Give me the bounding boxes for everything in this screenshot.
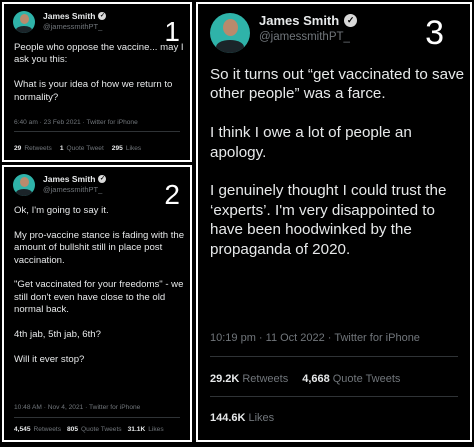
tweet-text: People who oppose the vaccine... may I a… [14, 42, 184, 103]
tweet-timestamp[interactable]: 10:19 pm · 11 Oct 2022 · Twitter for iPh… [210, 332, 420, 344]
avatar[interactable] [13, 11, 35, 33]
author-handle[interactable]: @jamessmithPT_ [43, 185, 106, 194]
tweet-header: James Smith ✓ @jamessmithPT_ [13, 11, 107, 33]
author-name[interactable]: James Smith [43, 11, 95, 21]
divider [210, 356, 458, 357]
author-name[interactable]: James Smith [43, 174, 95, 184]
likes-stat[interactable]: 31.1K Likes [128, 426, 164, 433]
avatar[interactable] [13, 174, 35, 196]
author-handle[interactable]: @jamessmithPT_ [43, 22, 106, 31]
divider [14, 131, 180, 132]
likes-stat[interactable]: 144.6K Likes [210, 412, 274, 424]
retweets-stat[interactable]: 4,545 Retweets [14, 426, 61, 433]
verified-badge-icon: ✓ [98, 175, 107, 183]
quote-tweets-stat[interactable]: 1 Quote Tweet [60, 145, 104, 152]
tweet-panel-1: 1 James Smith ✓ @jamessmithPT_ People wh… [2, 2, 192, 162]
author-handle[interactable]: @jamessmithPT_ [259, 31, 357, 43]
author-name[interactable]: James Smith [259, 13, 339, 28]
tweet-panel-3: 3 James Smith ✓ @jamessmithPT_ So it tur… [196, 2, 472, 442]
tweet-stats: 4,545 Retweets 805 Quote Tweets 31.1K Likes [14, 426, 170, 433]
verified-badge-icon: ✓ [98, 12, 107, 20]
tweet-timestamp[interactable]: 10:48 AM · Nov 4, 2021 · Twitter for iPh… [14, 404, 140, 411]
tweet-text: So it turns out “get vaccinated to save … [210, 66, 465, 258]
tweet-header: James Smith ✓ @jamessmithPT_ [210, 13, 358, 53]
tweet-stats: 29 Retweets 1 Quote Tweet 295 Likes [14, 145, 149, 152]
divider [210, 396, 458, 397]
retweets-stat[interactable]: 29.2K Retweets [210, 373, 288, 385]
tweet-panel-2: 2 James Smith ✓ @jamessmithPT_ Ok, I'm g… [2, 165, 192, 442]
tweet-stats: 29.2K Retweets 4,668 Quote Tweets [210, 373, 414, 385]
tweet-text: Ok, I'm going to say it. My pro-vaccine … [14, 205, 185, 365]
tweet-likes: 144.6K Likes [210, 412, 288, 424]
divider [14, 417, 180, 418]
retweets-stat[interactable]: 29 Retweets [14, 145, 52, 152]
quote-tweets-stat[interactable]: 805 Quote Tweets [67, 426, 122, 433]
tweet-header: James Smith ✓ @jamessmithPT_ [13, 174, 107, 196]
panel-number: 3 [425, 14, 444, 52]
quote-tweets-stat[interactable]: 4,668 Quote Tweets [302, 373, 400, 385]
likes-stat[interactable]: 295 Likes [112, 145, 141, 152]
avatar[interactable] [210, 13, 250, 53]
verified-badge-icon: ✓ [344, 14, 358, 27]
tweet-timestamp[interactable]: 6:40 am · 23 Feb 2021 · Twitter for iPho… [14, 119, 138, 126]
